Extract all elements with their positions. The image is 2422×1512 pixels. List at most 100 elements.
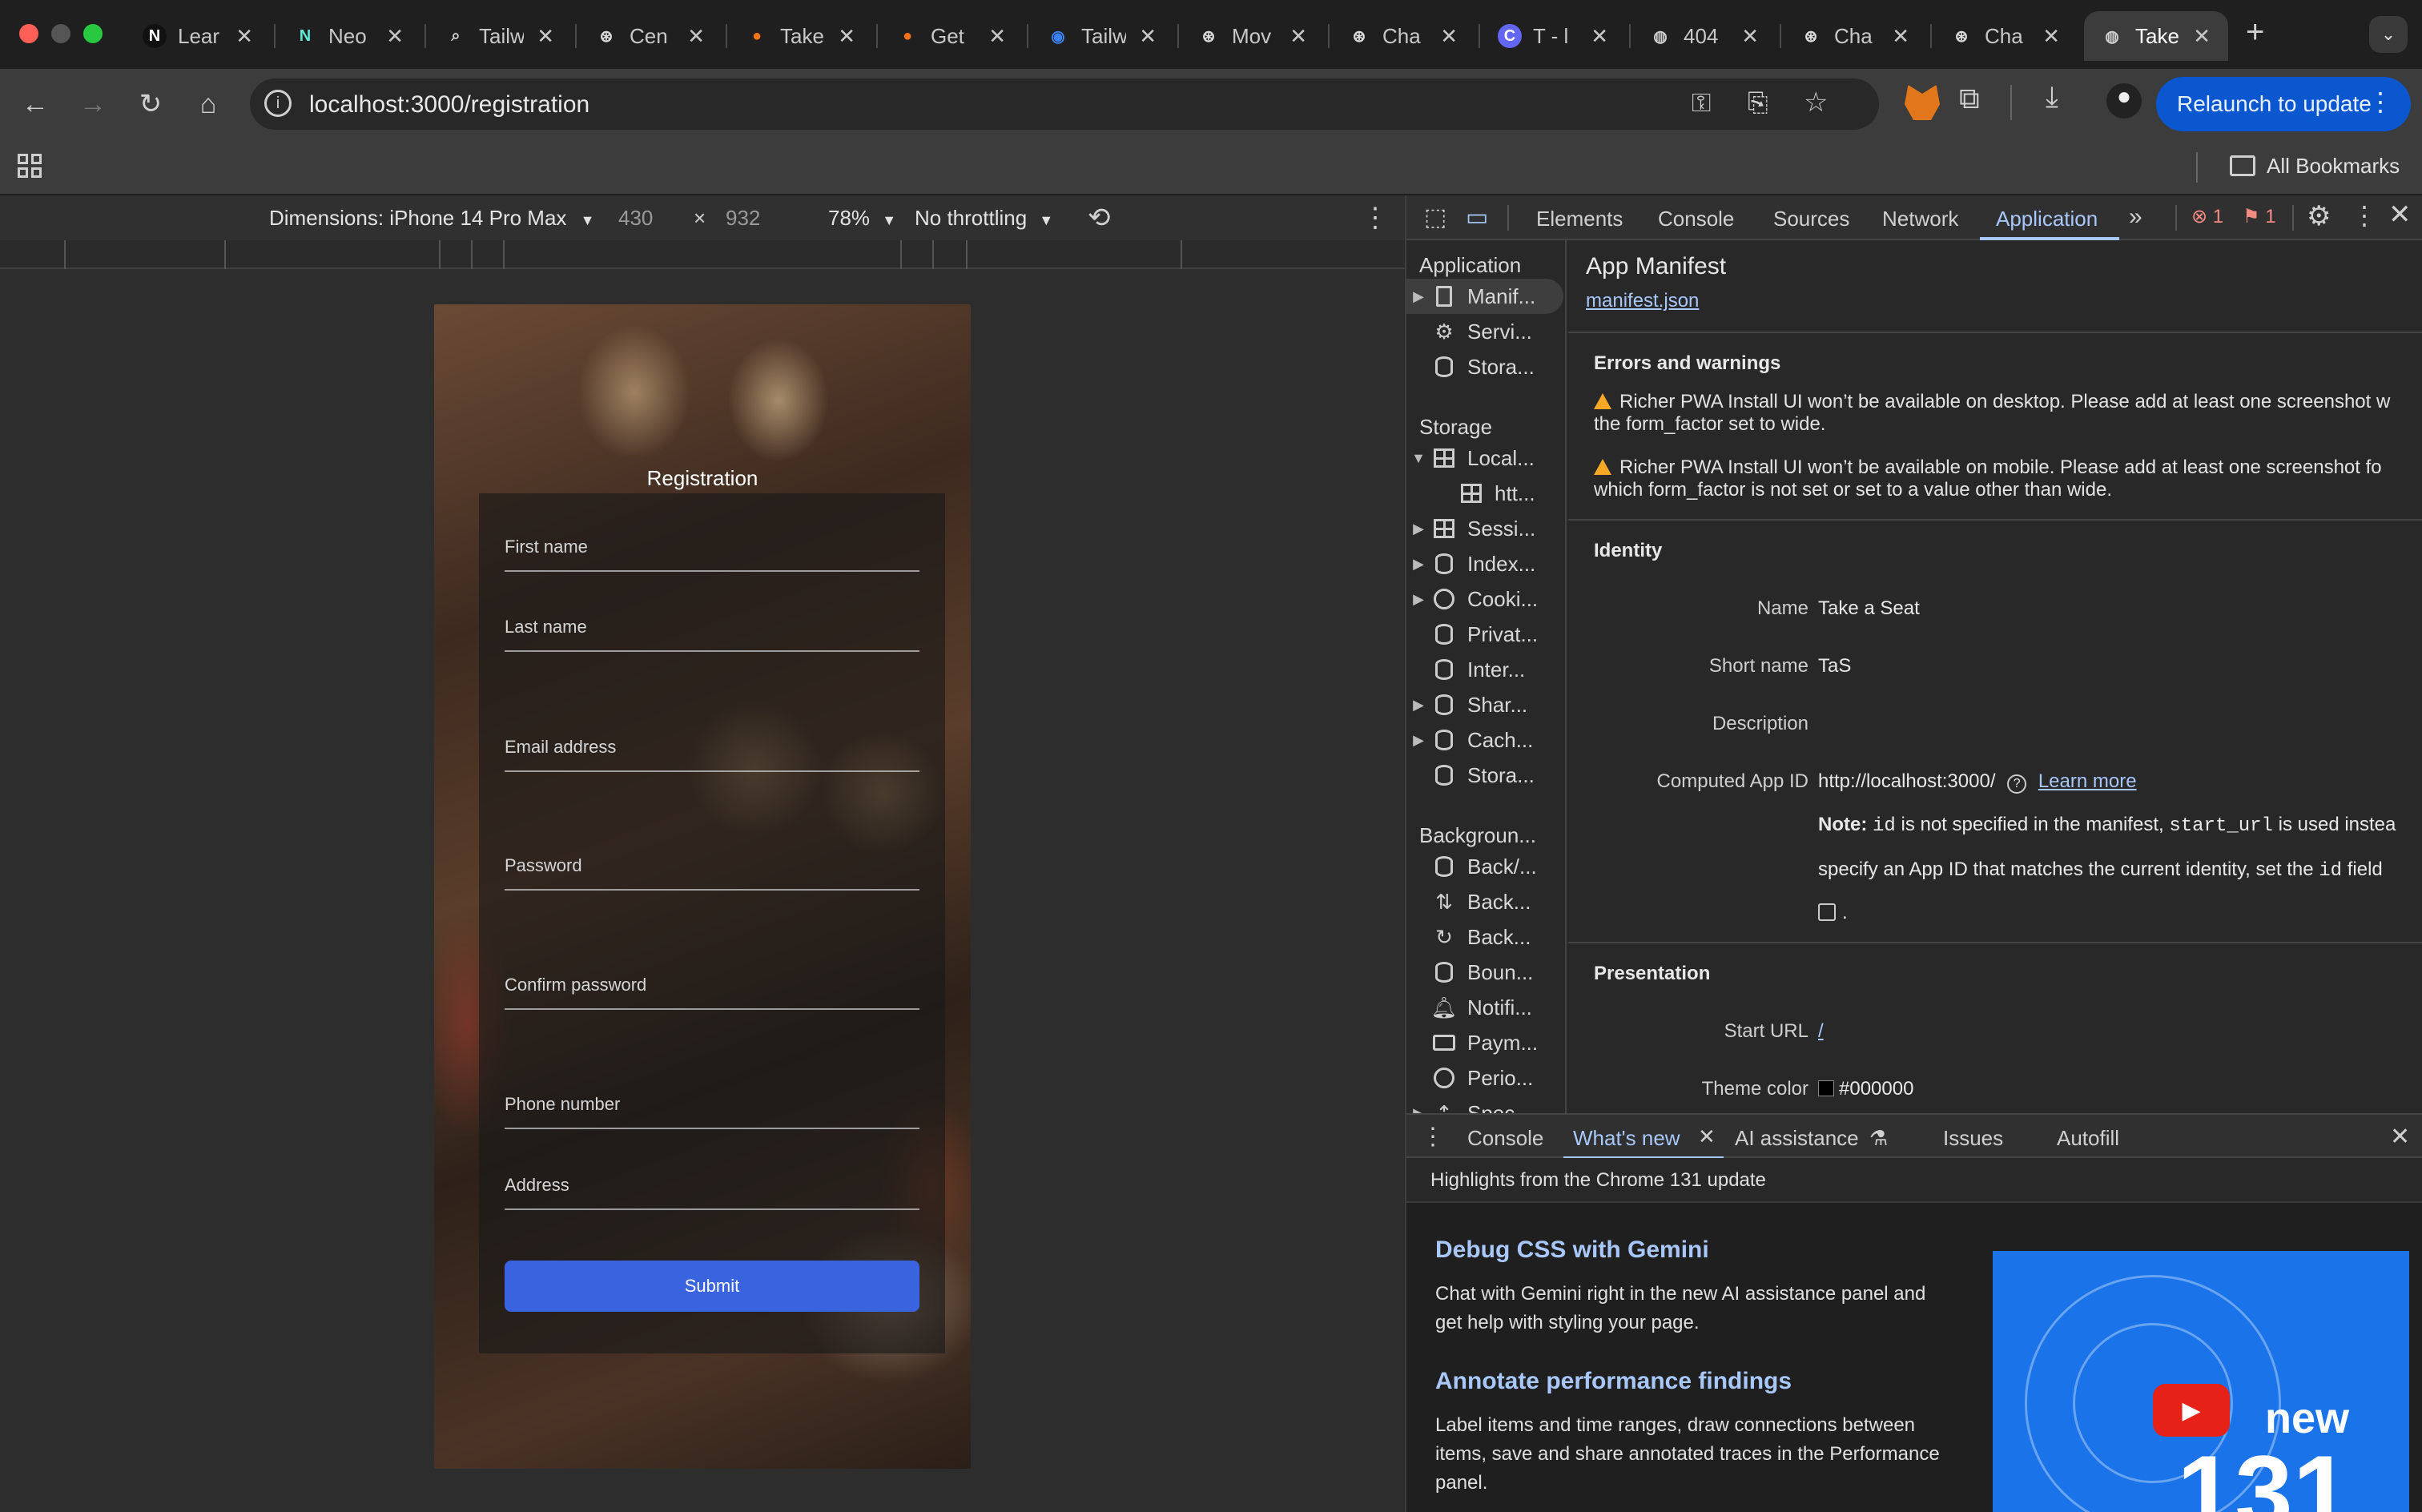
start-url-link[interactable]: / xyxy=(1818,1020,1824,1043)
error-counter[interactable]: ⊗ 1 xyxy=(2191,205,2223,228)
whats-new-video-thumbnail[interactable]: ▶ new 131 xyxy=(1993,1251,2409,1512)
apps-grid-icon[interactable] xyxy=(18,154,42,178)
password-field[interactable]: Password xyxy=(505,855,919,891)
address-bar[interactable]: i localhost:3000/registration ⚿ ⎘ ☆ xyxy=(250,78,1879,130)
drawer-tab-issues[interactable]: Issues xyxy=(1943,1126,2003,1151)
feature-title-link[interactable]: Debug CSS with Gemini xyxy=(1435,1237,1709,1264)
install-app-icon[interactable]: ⎘ xyxy=(1748,88,1768,119)
sidebar-item-background-fetch[interactable]: ⇅ Back... xyxy=(1406,884,1565,919)
drawer-tab-console[interactable]: Console xyxy=(1467,1126,1543,1151)
maximize-window-button[interactable] xyxy=(83,24,103,43)
close-tab-icon[interactable]: ✕ xyxy=(1591,24,1608,49)
downloads-icon[interactable]: ⤓ xyxy=(2046,80,2058,115)
sidebar-item-service-workers[interactable]: ⚙ Servi... xyxy=(1406,314,1565,349)
manifest-file-link[interactable]: manifest.json xyxy=(1586,290,1699,312)
browser-tab[interactable]: ● Take ✕ xyxy=(729,11,873,61)
close-tab-icon[interactable]: ✕ xyxy=(1698,1124,1716,1149)
issue-counter[interactable]: ⚑ 1 xyxy=(2243,205,2276,228)
relaunch-to-update-button[interactable]: Relaunch to update ⋮ xyxy=(2156,77,2411,131)
back-icon[interactable]: ← xyxy=(16,85,54,123)
more-vert-icon[interactable]: ⋮ xyxy=(2368,86,2393,117)
close-tab-icon[interactable]: ✕ xyxy=(1741,24,1759,49)
sidebar-item-shared-storage[interactable]: ▶ Shar... xyxy=(1406,687,1565,722)
device-width-input[interactable]: 430 xyxy=(618,206,653,231)
bookmark-star-icon[interactable]: ☆ xyxy=(1804,86,1828,119)
expand-arrow-icon[interactable]: ▶ xyxy=(1406,697,1430,714)
sidebar-item-periodic-sync[interactable]: Perio... xyxy=(1406,1060,1565,1096)
device-toggle-icon[interactable]: ▭ xyxy=(1466,203,1488,231)
close-window-button[interactable] xyxy=(19,24,38,43)
browser-tab[interactable]: ⌕ Tailw ✕ xyxy=(428,11,572,61)
site-info-icon[interactable]: i xyxy=(264,90,292,117)
tab-sources[interactable]: Sources xyxy=(1773,207,1849,231)
close-devtools-icon[interactable]: ✕ xyxy=(2388,199,2412,231)
device-toolbar-more-icon[interactable]: ⋮ xyxy=(1362,202,1389,234)
all-bookmarks-button[interactable]: All Bookmarks xyxy=(2267,154,2400,179)
collapse-arrow-icon[interactable]: ▼ xyxy=(1406,450,1430,467)
sidebar-item-local-storage[interactable]: ▼ Local... xyxy=(1406,440,1565,476)
expand-arrow-icon[interactable]: ▶ xyxy=(1406,288,1430,305)
sidebar-item-cookies[interactable]: ▶ Cooki... xyxy=(1406,581,1565,617)
first-name-field[interactable]: First name xyxy=(505,537,919,572)
close-tab-icon[interactable]: ✕ xyxy=(2042,24,2060,49)
inspect-element-icon[interactable]: ⬚ xyxy=(1424,203,1446,231)
browser-tab[interactable]: ⊛ Cha ✕ xyxy=(1933,11,2078,61)
close-tab-icon[interactable]: ✕ xyxy=(1440,24,1458,49)
device-dimensions-select[interactable]: Dimensions: iPhone 14 Pro Max ▼ xyxy=(269,206,594,231)
devtools-more-icon[interactable]: ⋮ xyxy=(2352,200,2377,231)
extensions-puzzle-icon[interactable]: ⧉ xyxy=(1959,82,1980,116)
drawer-tab-whats-new[interactable]: What's new xyxy=(1573,1126,1680,1151)
tab-search-chevron-icon[interactable]: ⌄ xyxy=(2369,16,2408,53)
youtube-play-icon[interactable]: ▶ xyxy=(2153,1384,2230,1437)
submit-button[interactable]: Submit xyxy=(505,1261,919,1312)
expand-arrow-icon[interactable]: ▶ xyxy=(1406,732,1430,749)
learn-more-link[interactable]: Learn more xyxy=(2038,770,2137,792)
copy-icon[interactable] xyxy=(1818,903,1836,921)
expand-arrow-icon[interactable]: ▶ xyxy=(1406,591,1430,608)
reload-icon[interactable]: ↻ xyxy=(131,85,170,123)
close-tab-icon[interactable]: ✕ xyxy=(386,24,404,49)
sidebar-item-indexeddb[interactable]: ▶ Index... xyxy=(1406,546,1565,581)
drawer-tab-autofill[interactable]: Autofill xyxy=(2057,1126,2119,1151)
forward-icon[interactable]: → xyxy=(74,85,112,123)
sidebar-item-session-storage[interactable]: ▶ Sessi... xyxy=(1406,511,1565,546)
browser-tab[interactable]: ◉ Tailw ✕ xyxy=(1030,11,1174,61)
rotate-icon[interactable]: ⟲ xyxy=(1088,202,1111,234)
close-tab-icon[interactable]: ✕ xyxy=(1892,24,1909,49)
sidebar-item-local-storage-origin[interactable]: htt... xyxy=(1406,476,1565,511)
sidebar-item-manifest[interactable]: ▶ Manif... xyxy=(1406,279,1563,314)
more-tabs-chevron-icon[interactable]: » xyxy=(2129,203,2142,231)
drawer-tab-ai-assistance[interactable]: AI assistance ⚗ xyxy=(1735,1126,1888,1151)
browser-tab[interactable]: ⊛ Cen ✕ xyxy=(578,11,722,61)
sidebar-item-storage-overview[interactable]: Stora... xyxy=(1406,349,1565,384)
sidebar-item-payment-handler[interactable]: Paym... xyxy=(1406,1025,1565,1060)
confirm-password-field[interactable]: Confirm password xyxy=(505,975,919,1010)
tab-application[interactable]: Application xyxy=(1996,207,2098,231)
browser-tab[interactable]: C T - l ✕ xyxy=(1482,11,1626,61)
close-tab-icon[interactable]: ✕ xyxy=(838,24,855,49)
sidebar-item-notifications[interactable]: 🔔︎ Notifi... xyxy=(1406,990,1565,1025)
sidebar-item-cache-storage[interactable]: ▶ Cach... xyxy=(1406,722,1565,758)
metamask-extension-icon[interactable] xyxy=(1905,85,1940,120)
sidebar-item-bounce-tracking[interactable]: Boun... xyxy=(1406,955,1565,990)
tab-console[interactable]: Console xyxy=(1658,207,1734,231)
new-tab-button[interactable]: + xyxy=(2246,14,2264,50)
expand-arrow-icon[interactable]: ▶ xyxy=(1406,556,1430,573)
expand-arrow-icon[interactable]: ▶ xyxy=(1406,521,1430,537)
tab-network[interactable]: Network xyxy=(1882,207,1958,231)
browser-tab[interactable]: ● Get ✕ xyxy=(879,11,1024,61)
close-tab-icon[interactable]: ✕ xyxy=(687,24,705,49)
zoom-select[interactable]: 78% ▼ xyxy=(828,206,896,231)
last-name-field[interactable]: Last name xyxy=(505,617,919,652)
address-field[interactable]: Address xyxy=(505,1175,919,1210)
browser-tab[interactable]: N Lear ✕ xyxy=(127,11,271,61)
home-icon[interactable]: ⌂ xyxy=(189,85,227,123)
close-drawer-icon[interactable]: ✕ xyxy=(2390,1123,2410,1151)
tab-elements[interactable]: Elements xyxy=(1536,207,1623,231)
close-tab-icon[interactable]: ✕ xyxy=(988,24,1006,49)
close-tab-icon[interactable]: ✕ xyxy=(1289,24,1307,49)
password-key-icon[interactable]: ⚿ xyxy=(1692,88,1711,119)
close-tab-icon[interactable]: ✕ xyxy=(2193,24,2211,49)
browser-tab[interactable]: ◍ 404 ✕ xyxy=(1632,11,1776,61)
sidebar-item-private-state-tokens[interactable]: Privat... xyxy=(1406,617,1565,652)
